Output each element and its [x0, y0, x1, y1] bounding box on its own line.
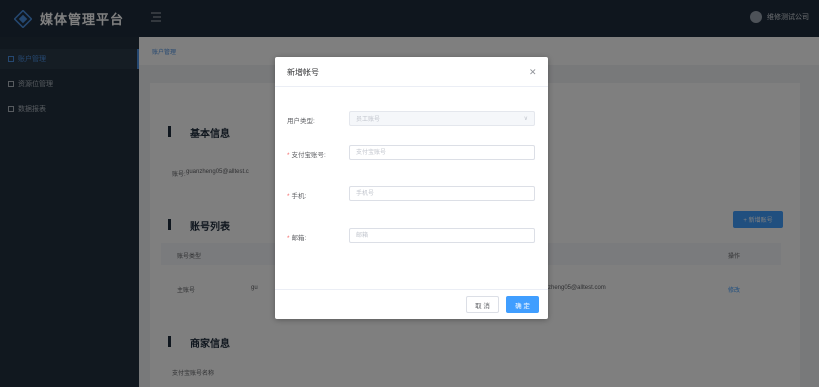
- alipay-account-input[interactable]: [349, 145, 535, 160]
- divider: [275, 86, 548, 87]
- alipay-label: * 支付宝账号:: [287, 152, 326, 159]
- divider: [275, 289, 548, 290]
- user-type-value: 员工账号: [356, 117, 381, 123]
- required-mark: *: [287, 152, 290, 159]
- close-icon[interactable]: ✕: [529, 67, 537, 78]
- phone-input[interactable]: [349, 186, 535, 201]
- required-mark: *: [287, 193, 290, 200]
- dialog-title: 新增帐号: [287, 68, 319, 77]
- cancel-button[interactable]: 取 消: [466, 296, 499, 313]
- add-account-dialog: 新增帐号 ✕ 用户类型: 员工账号 ∨ *支付宝账号: *手机: *邮箱: 取 …: [275, 57, 548, 319]
- user-type-label: 用户类型:: [287, 118, 315, 125]
- user-type-select[interactable]: 员工账号 ∨: [349, 111, 535, 126]
- email-label: * 邮箱:: [287, 235, 307, 242]
- confirm-button[interactable]: 确 定: [506, 296, 539, 313]
- phone-label: * 手机:: [287, 193, 307, 200]
- chevron-down-icon: ∨: [523, 116, 528, 122]
- email-input[interactable]: [349, 228, 535, 243]
- required-mark: *: [287, 235, 290, 242]
